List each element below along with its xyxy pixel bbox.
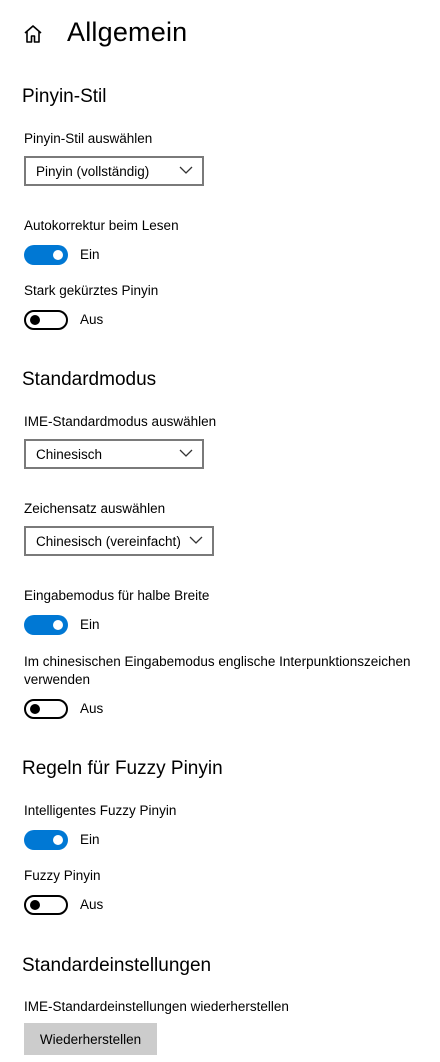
reset-button[interactable]: Wiederherstellen	[24, 1023, 157, 1055]
english-punct-label: Im chinesischen Eingabemodus englische I…	[24, 654, 434, 687]
page-title: Allgemein	[67, 17, 188, 47]
toggle-knob	[53, 835, 63, 845]
halfwidth-state: Ein	[80, 617, 100, 632]
english-punct-toggle[interactable]	[24, 699, 68, 719]
english-punct-state: Aus	[80, 701, 104, 716]
chevron-down-icon	[189, 536, 203, 544]
charset-value: Chinesisch (vereinfacht)	[36, 533, 181, 549]
toggle-knob	[53, 620, 63, 630]
charset-select[interactable]: Chinesisch (vereinfacht)	[24, 526, 214, 556]
reset-defaults-label: IME-Standardeinstellungen wiederherstell…	[24, 999, 289, 1014]
fuzzy-pinyin-label: Fuzzy Pinyin	[24, 868, 101, 883]
autocorrect-state: Ein	[80, 247, 100, 262]
halfwidth-toggle[interactable]	[24, 615, 68, 635]
pinyin-style-select[interactable]: Pinyin (vollständig)	[24, 156, 204, 186]
pinyin-style-label: Pinyin-Stil auswählen	[24, 131, 153, 146]
smart-fuzzy-label: Intelligentes Fuzzy Pinyin	[24, 803, 177, 818]
toggle-knob	[30, 704, 40, 714]
abbrev-pinyin-label: Stark gekürztes Pinyin	[24, 283, 159, 298]
abbrev-pinyin-state: Aus	[80, 312, 104, 327]
toggle-knob	[30, 315, 40, 325]
toggle-knob	[53, 250, 63, 260]
autocorrect-label: Autokorrektur beim Lesen	[24, 218, 179, 233]
english-punct-label-line2: verwenden	[24, 672, 91, 687]
smart-fuzzy-toggle[interactable]	[24, 830, 68, 850]
section-heading-fuzzy: Regeln für Fuzzy Pinyin	[22, 758, 223, 779]
autocorrect-toggle[interactable]	[24, 245, 68, 265]
smart-fuzzy-state: Ein	[80, 832, 100, 847]
ime-mode-label: IME-Standardmodus auswählen	[24, 414, 217, 429]
english-punct-label-line1: Im chinesischen Eingabemodus englische I…	[24, 654, 411, 669]
toggle-knob	[30, 900, 40, 910]
section-heading-standard: Standardmodus	[22, 369, 157, 390]
fuzzy-pinyin-toggle[interactable]	[24, 895, 68, 915]
charset-label: Zeichensatz auswählen	[24, 501, 166, 516]
ime-mode-value: Chinesisch	[36, 446, 103, 462]
chevron-down-icon	[179, 166, 193, 174]
halfwidth-label: Eingabemodus für halbe Breite	[24, 588, 210, 603]
section-heading-pinyin: Pinyin-Stil	[22, 86, 107, 107]
chevron-down-icon	[179, 449, 193, 457]
ime-mode-select[interactable]: Chinesisch	[24, 439, 204, 469]
home-icon[interactable]	[22, 23, 44, 45]
section-heading-defaults: Standardeinstellungen	[22, 955, 212, 976]
fuzzy-pinyin-state: Aus	[80, 897, 104, 912]
pinyin-style-value: Pinyin (vollständig)	[36, 163, 150, 179]
abbrev-pinyin-toggle[interactable]	[24, 310, 68, 330]
